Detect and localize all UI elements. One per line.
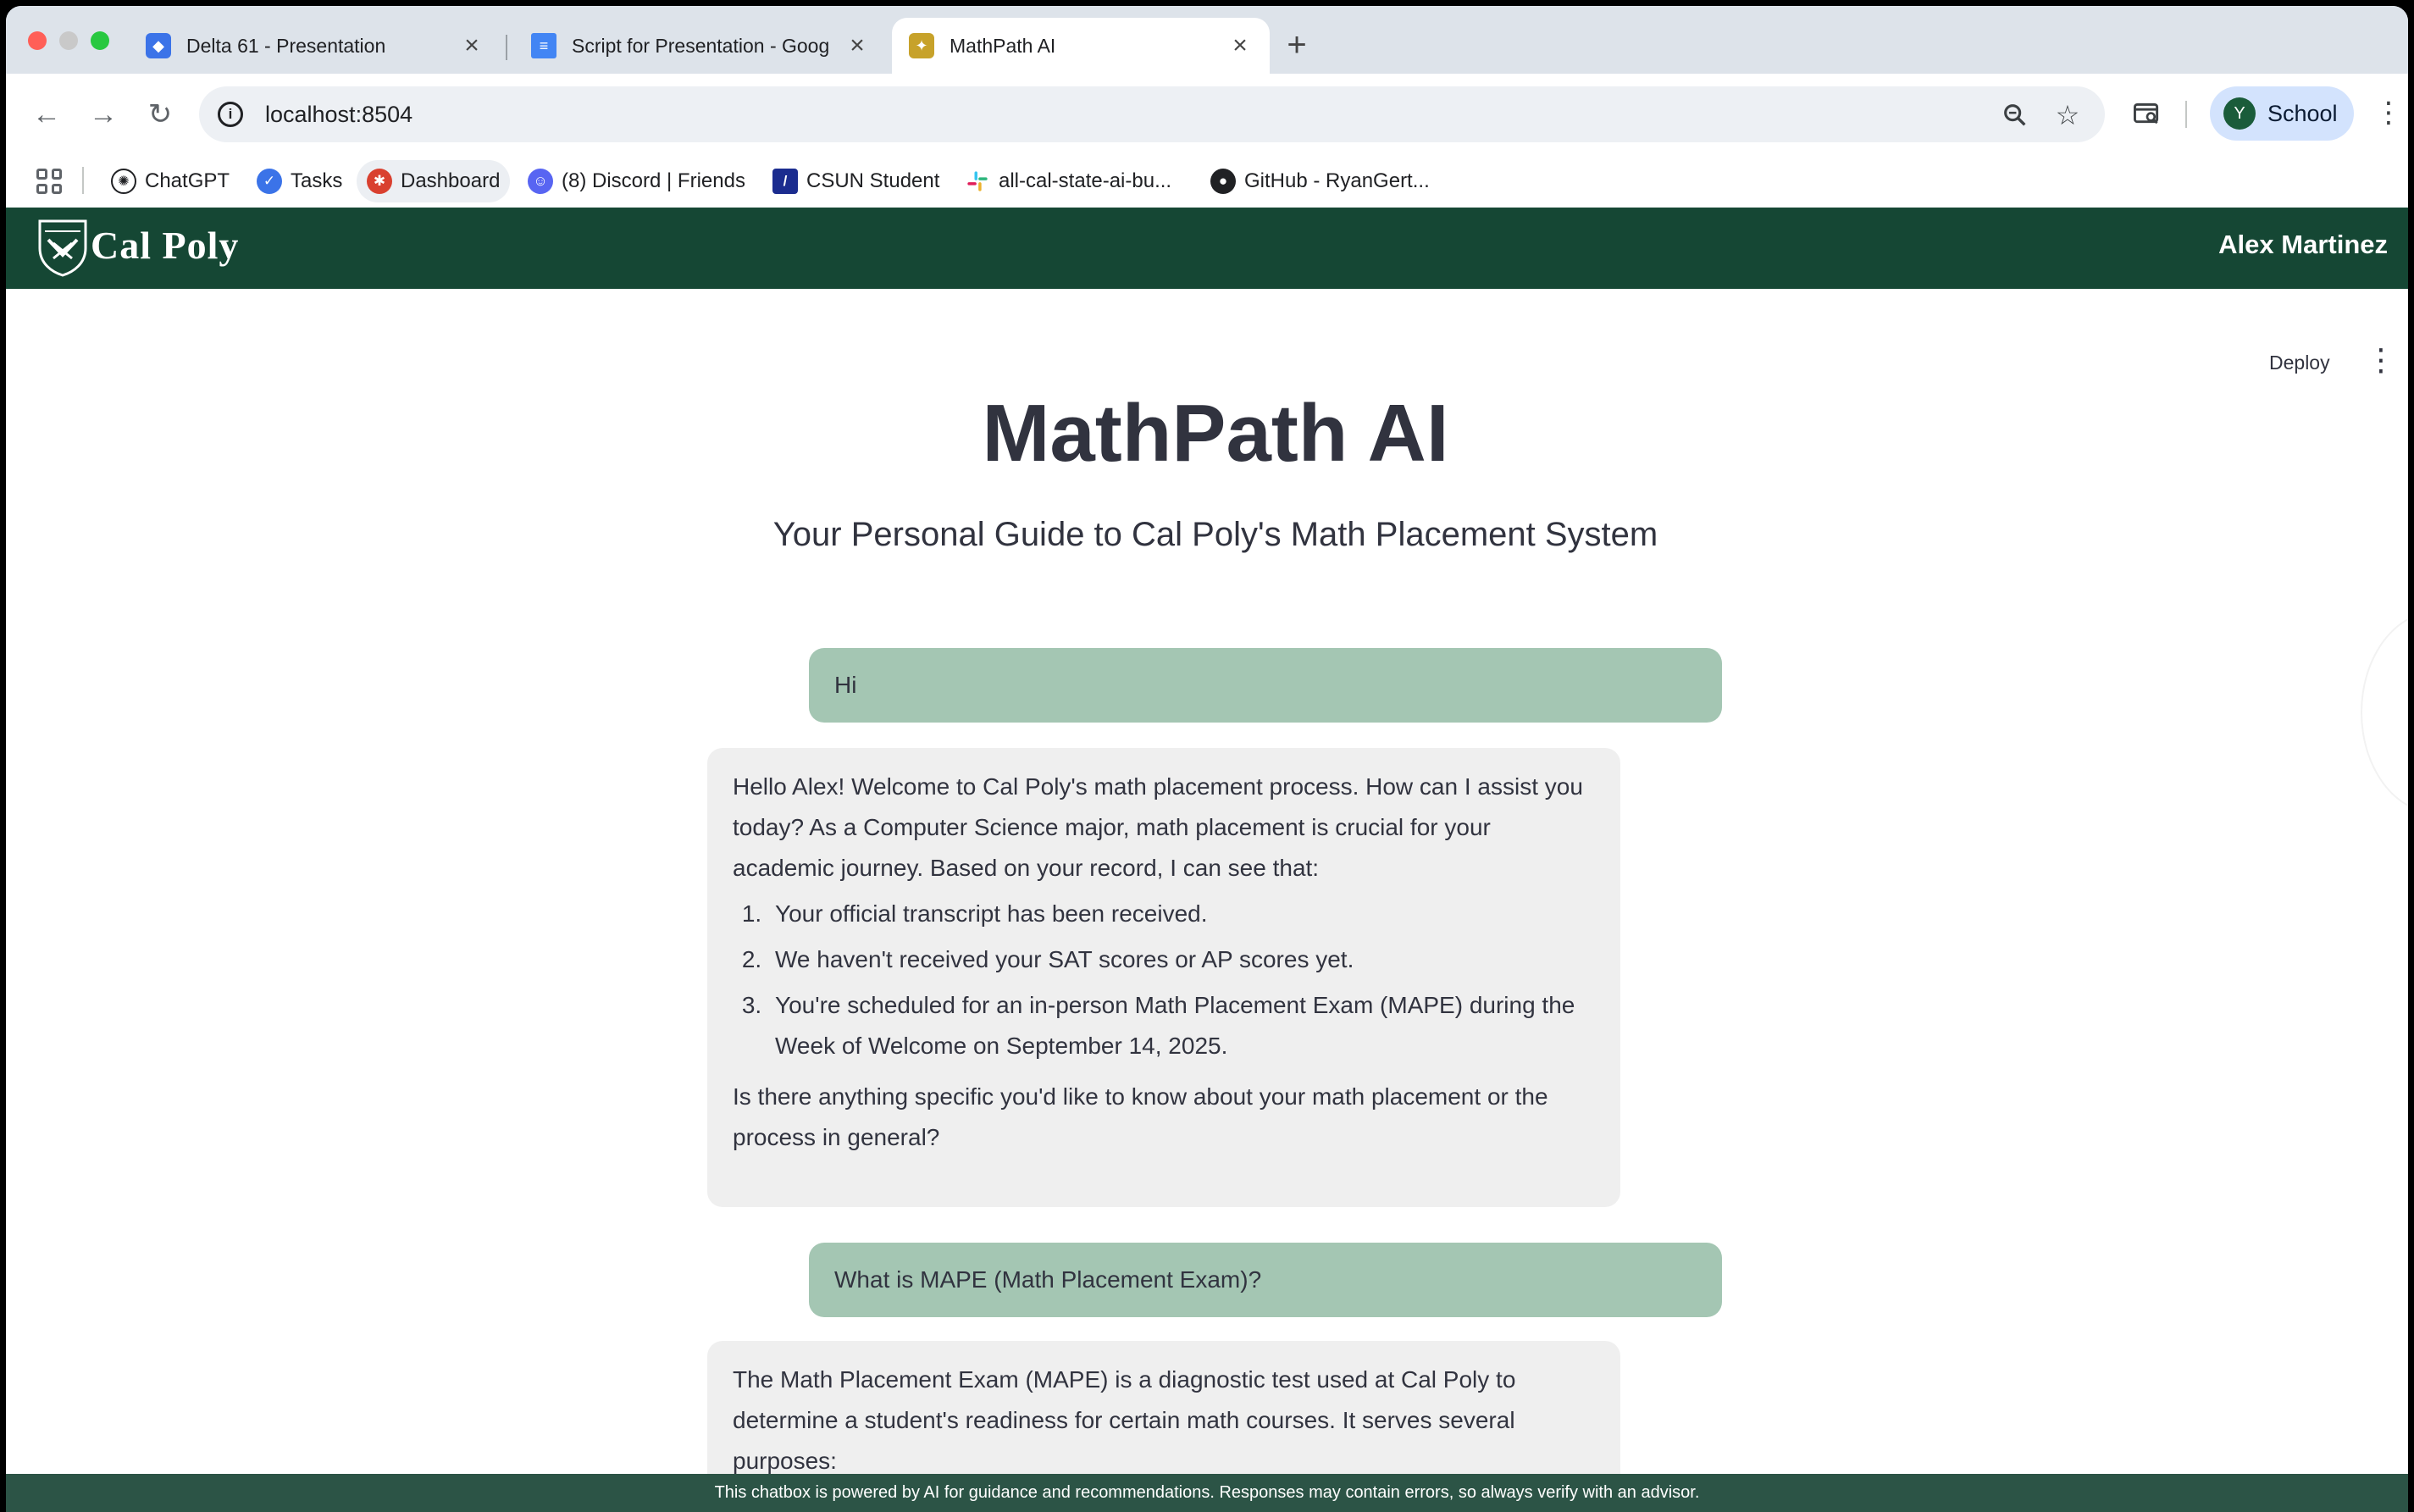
bookmark-label: Dashboard	[401, 169, 501, 192]
bookmark-dashboard[interactable]: ✱ Dashboard	[357, 160, 511, 202]
assistant-message-text: The Math Placement Exam (MAPE) is a diag…	[733, 1366, 1516, 1474]
tab-title: MathPath AI	[950, 34, 1056, 57]
tab-strip: ◆ Delta 61 - Presentation × ≡ Script for…	[6, 6, 2408, 74]
back-arrow-icon[interactable]: ←	[25, 92, 69, 136]
slack-icon	[965, 169, 990, 194]
bookmark-slack[interactable]: all-cal-state-ai-bu...	[955, 160, 1182, 202]
list-item: Your official transcript has been receiv…	[768, 894, 1595, 934]
bookmarks-divider	[82, 167, 84, 194]
profile-button[interactable]: Y School	[2210, 86, 2354, 141]
browser-menu-icon[interactable]: ⋮	[2374, 96, 2403, 130]
calpoly-favicon: ✦	[909, 33, 934, 58]
bookmark-label: GitHub - RyanGert...	[1244, 169, 1430, 192]
bookmark-discord[interactable]: ☺ (8) Discord | Friends	[518, 160, 756, 202]
tab-search-icon[interactable]	[2130, 97, 2164, 131]
ai-disclaimer-footer: This chatbox is powered by AI for guidan…	[6, 1474, 2408, 1512]
close-icon[interactable]: ×	[1227, 31, 1253, 60]
url-text[interactable]: localhost:8504	[265, 102, 412, 128]
user-name: Alex Martinez	[2218, 230, 2388, 259]
window-minimize-button[interactable]	[59, 31, 78, 50]
cal-poly-shield-icon	[38, 219, 87, 277]
csun-icon: /	[772, 169, 798, 194]
toolbar-divider	[2185, 101, 2187, 128]
disclaimer-text: This chatbox is powered by AI for guidan…	[714, 1483, 1700, 1502]
bookmark-csun-student[interactable]: / CSUN Student	[762, 160, 950, 202]
tab-title: Script for Presentation - Goog	[572, 34, 830, 57]
page-content: Cal Poly Alex Martinez Deploy ⋮ MathPath…	[6, 208, 2408, 1512]
tasks-icon: ✓	[257, 169, 282, 194]
list-item: We haven't received your SAT scores or A…	[768, 939, 1595, 980]
bookmark-github[interactable]: ● GitHub - RyanGert...	[1200, 160, 1440, 202]
browser-toolbar: ← → ↻ i localhost:8504 ☆ Y School ⋮	[6, 74, 2408, 155]
bookmark-chatgpt[interactable]: ✺ ChatGPT	[101, 160, 240, 202]
apps-grid-icon[interactable]	[36, 169, 62, 194]
bookmark-label: Tasks	[291, 169, 343, 192]
page-title: MathPath AI	[982, 388, 1449, 479]
user-message: Hi	[809, 648, 1722, 723]
discord-icon: ☺	[528, 169, 553, 194]
bookmark-label: (8) Discord | Friends	[562, 169, 745, 192]
delta-app-icon: ◆	[146, 33, 171, 58]
google-docs-icon: ≡	[531, 33, 556, 58]
bookmarks-bar: ✺ ChatGPT ✓ Tasks ✱ Dashboard ☺ (8) Disc…	[6, 155, 2408, 208]
github-icon: ●	[1210, 169, 1236, 194]
zoom-icon[interactable]	[1998, 98, 2032, 132]
decorative-circle	[2361, 611, 2408, 814]
site-info-icon[interactable]: i	[218, 102, 243, 127]
bookmark-label: all-cal-state-ai-bu...	[999, 169, 1172, 192]
deploy-button[interactable]: Deploy	[2269, 352, 2330, 374]
list-item: You're scheduled for an in-person Math P…	[768, 985, 1595, 1066]
assistant-message-closing: Is there anything specific you'd like to…	[733, 1083, 1548, 1150]
reload-icon[interactable]: ↻	[138, 92, 182, 136]
bookmark-label: CSUN Student	[806, 169, 940, 192]
tab-mathpath-ai[interactable]: ✦ MathPath AI ×	[892, 18, 1270, 74]
bookmark-tasks[interactable]: ✓ Tasks	[246, 160, 352, 202]
site-header: Cal Poly Alex Martinez	[6, 208, 2408, 289]
record-status-list: Your official transcript has been receiv…	[768, 894, 1595, 1066]
profile-label: School	[2267, 100, 2338, 126]
avatar: Y	[2223, 97, 2256, 130]
tab-delta-presentation[interactable]: ◆ Delta 61 - Presentation ×	[129, 18, 501, 74]
close-icon[interactable]: ×	[844, 31, 870, 60]
assistant-message-intro: Hello Alex! Welcome to Cal Poly's math p…	[733, 773, 1583, 881]
assistant-message: Hello Alex! Welcome to Cal Poly's math p…	[707, 748, 1620, 1207]
address-bar[interactable]: i localhost:8504 ☆	[199, 86, 2105, 142]
more-options-icon[interactable]: ⋮	[2366, 343, 2396, 377]
tab-title: Delta 61 - Presentation	[186, 34, 386, 57]
new-tab-button[interactable]: +	[1276, 25, 1317, 65]
tab-script-presentation[interactable]: ≡ Script for Presentation - Goog ×	[514, 18, 887, 74]
chatgpt-icon: ✺	[111, 169, 136, 194]
forward-arrow-icon[interactable]: →	[81, 92, 125, 136]
bookmark-label: ChatGPT	[145, 169, 230, 192]
bookmark-star-icon[interactable]: ☆	[2051, 98, 2085, 132]
window-maximize-button[interactable]	[91, 31, 109, 50]
browser-window: ◆ Delta 61 - Presentation × ≡ Script for…	[6, 6, 2408, 1512]
close-icon[interactable]: ×	[459, 31, 484, 60]
window-close-button[interactable]	[28, 31, 47, 50]
dashboard-icon: ✱	[367, 169, 392, 194]
user-message-text: What is MAPE (Math Placement Exam)?	[834, 1266, 1262, 1293]
tab-separator	[506, 35, 507, 60]
user-message-text: Hi	[834, 672, 857, 698]
page-subtitle: Your Personal Guide to Cal Poly's Math P…	[772, 516, 1658, 553]
cal-poly-logo-text[interactable]: Cal Poly	[91, 223, 239, 268]
user-message: What is MAPE (Math Placement Exam)?	[809, 1243, 1722, 1317]
